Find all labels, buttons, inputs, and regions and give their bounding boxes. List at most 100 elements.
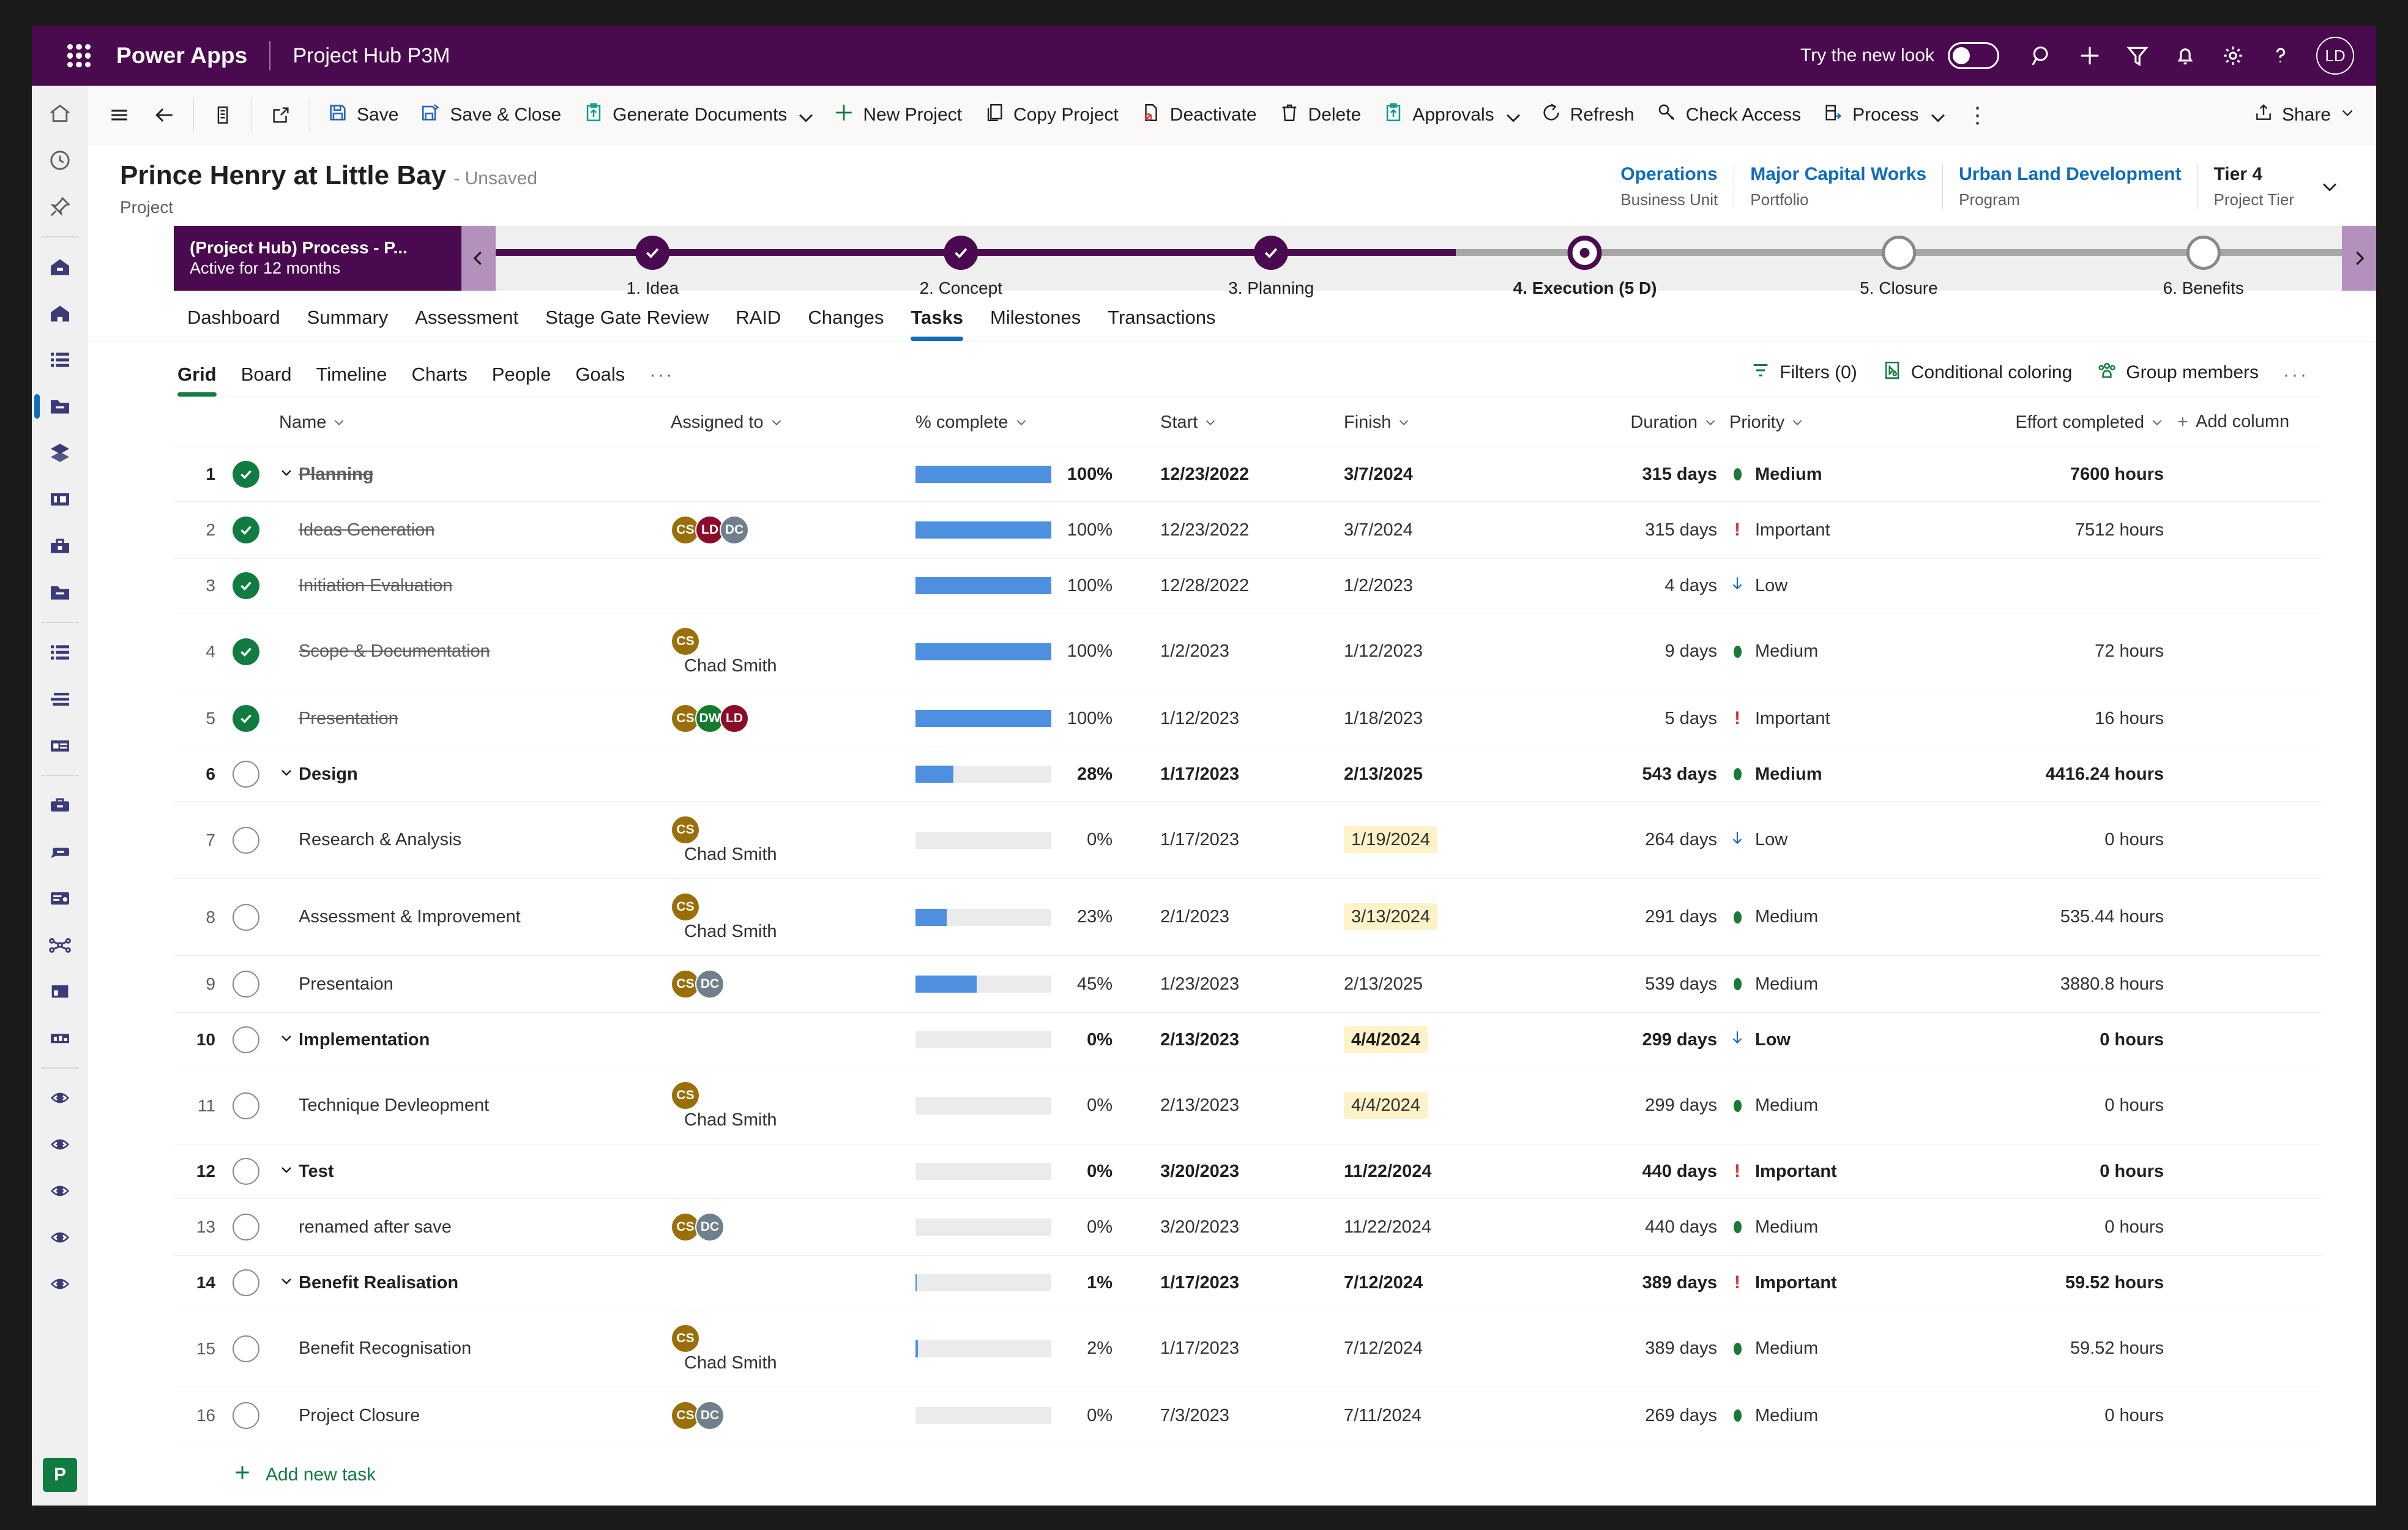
timeline-icon[interactable] — [32, 829, 88, 875]
row-assigned-cell[interactable]: CSDWLD — [665, 690, 909, 747]
row-effort-cell[interactable]: 0 hours — [1925, 1013, 2170, 1067]
row-priority-cell[interactable]: Medium — [1723, 1199, 1925, 1256]
tab-stage-gate-review[interactable]: Stage Gate Review — [532, 307, 722, 341]
filter-icon[interactable] — [2115, 34, 2160, 78]
view-tab-timeline[interactable]: Timeline — [304, 364, 399, 397]
row-effort-cell[interactable]: 0 hours — [1925, 1387, 2170, 1444]
table-row[interactable]: 3Initiation Evaluation100%12/28/20221/2/… — [174, 559, 2321, 613]
view-tab-more-icon[interactable]: ··· — [637, 364, 686, 397]
code-5-icon[interactable] — [32, 1261, 88, 1307]
row-percent-cell[interactable]: 45% — [909, 956, 1154, 1013]
row-start-cell[interactable]: 1/17/2023 — [1154, 802, 1338, 879]
briefcase-icon[interactable] — [32, 782, 88, 829]
row-priority-cell[interactable]: Medium — [1723, 613, 1925, 690]
new-project-button[interactable]: New Project — [822, 94, 973, 136]
row-effort-cell[interactable]: 72 hours — [1925, 613, 2170, 690]
row-assigned-cell[interactable] — [665, 559, 909, 613]
bpf-stage-2-concept[interactable]: 2. Concept — [920, 226, 1002, 298]
assignee-avatars[interactable]: CS — [671, 627, 903, 656]
row-percent-cell[interactable]: 0% — [909, 1067, 1154, 1144]
row-priority-cell[interactable]: Medium — [1723, 1067, 1925, 1144]
row-name-cell[interactable]: Design — [273, 747, 665, 802]
task-incomplete-circle-icon[interactable] — [233, 761, 259, 788]
row-percent-cell[interactable]: 100% — [909, 447, 1154, 502]
header-effort-completed[interactable]: Effort completed — [1925, 397, 2170, 447]
row-finish-cell[interactable]: 2/13/2025 — [1338, 747, 1540, 802]
home-icon[interactable] — [32, 91, 88, 137]
contract-icon[interactable] — [32, 875, 88, 922]
code-3-icon[interactable] — [32, 1168, 88, 1214]
avatar[interactable]: DC — [695, 1401, 725, 1430]
row-finish-cell[interactable]: 1/18/2023 — [1338, 690, 1540, 747]
bpf-stage-1-idea[interactable]: 1. Idea — [627, 226, 679, 298]
folder-2-icon[interactable] — [32, 569, 88, 616]
refresh-button[interactable]: Refresh — [1530, 94, 1646, 136]
delete-button[interactable]: Delete — [1268, 94, 1373, 136]
row-start-cell[interactable]: 1/23/2023 — [1154, 956, 1338, 1013]
row-duration-cell[interactable]: 543 days — [1540, 747, 1723, 802]
row-start-cell[interactable]: 1/17/2023 — [1154, 747, 1338, 802]
row-duration-cell[interactable]: 5 days — [1540, 690, 1723, 747]
avatar[interactable]: DC — [695, 1212, 725, 1242]
assignee-avatars[interactable]: CSDC — [671, 969, 903, 999]
assignee-avatars[interactable]: CS — [671, 892, 903, 922]
save-and-close-button[interactable]: Save & Close — [409, 94, 572, 136]
row-duration-cell[interactable]: 299 days — [1540, 1067, 1723, 1144]
code-1-icon[interactable] — [32, 1075, 88, 1121]
header-start[interactable]: Start — [1154, 397, 1338, 447]
table-row[interactable]: 5PresentationCSDWLD100%1/12/20231/18/202… — [174, 690, 2321, 747]
avatar[interactable]: CS — [671, 892, 700, 922]
header-assigned-to[interactable]: Assigned to — [665, 397, 909, 447]
row-effort-cell[interactable]: 16 hours — [1925, 690, 2170, 747]
row-name-cell[interactable]: Presentaion — [273, 956, 665, 1013]
row-finish-cell[interactable]: 11/22/2024 — [1338, 1199, 1540, 1256]
layers-icon[interactable] — [32, 430, 88, 476]
row-effort-cell[interactable]: 4416.24 hours — [1925, 747, 2170, 802]
chevron-down-icon[interactable] — [279, 1162, 294, 1182]
row-percent-cell[interactable]: 2% — [909, 1310, 1154, 1387]
row-percent-cell[interactable]: 0% — [909, 1199, 1154, 1256]
search-icon[interactable] — [2020, 34, 2064, 78]
list-2-icon[interactable] — [32, 629, 88, 676]
avatar[interactable]: CS — [671, 1081, 700, 1110]
row-start-cell[interactable]: 12/28/2022 — [1154, 559, 1338, 613]
row-name-cell[interactable]: Presentation — [273, 690, 665, 747]
row-assigned-cell[interactable] — [665, 1256, 909, 1310]
popout-icon[interactable] — [258, 94, 304, 136]
assignee-avatars[interactable]: CSLDDC — [671, 515, 903, 545]
row-assigned-cell[interactable]: CSLDDC — [665, 502, 909, 559]
view-tab-charts[interactable]: Charts — [399, 364, 479, 397]
row-assigned-cell[interactable] — [665, 1144, 909, 1199]
row-finish-cell[interactable]: 2/13/2025 — [1338, 956, 1540, 1013]
row-start-cell[interactable]: 1/17/2023 — [1154, 1310, 1338, 1387]
row-duration-cell[interactable]: 315 days — [1540, 502, 1723, 559]
view-tab-people[interactable]: People — [480, 364, 564, 397]
help-question-icon[interactable] — [2259, 34, 2303, 78]
avatar[interactable]: CS — [671, 815, 700, 845]
assignee-avatars[interactable]: CS — [671, 815, 903, 845]
row-percent-cell[interactable]: 100% — [909, 690, 1154, 747]
chart-icon[interactable] — [32, 1015, 88, 1061]
row-priority-cell[interactable]: Low — [1723, 802, 1925, 879]
conditional-coloring-button[interactable]: Conditional coloring — [1869, 360, 2085, 397]
row-duration-cell[interactable]: 389 days — [1540, 1256, 1723, 1310]
row-percent-cell[interactable]: 0% — [909, 802, 1154, 879]
task-incomplete-circle-icon[interactable] — [233, 1269, 259, 1296]
task-incomplete-circle-icon[interactable] — [233, 1402, 259, 1429]
row-percent-cell[interactable]: 0% — [909, 1387, 1154, 1444]
org-home-icon[interactable] — [32, 290, 88, 337]
row-finish-cell[interactable]: 1/2/2023 — [1338, 559, 1540, 613]
header-expand-chevron-down-icon[interactable] — [2310, 164, 2349, 209]
row-name-cell[interactable]: Assessment & Improvement — [273, 879, 665, 956]
row-finish-cell[interactable]: 3/7/2024 — [1338, 502, 1540, 559]
header-name[interactable]: Name — [273, 397, 665, 447]
row-status-cell[interactable] — [226, 447, 273, 502]
row-assigned-cell[interactable] — [665, 747, 909, 802]
table-row[interactable]: 16Project ClosureCSDC0%7/3/20237/11/2024… — [174, 1387, 2321, 1444]
row-status-cell[interactable] — [226, 879, 273, 956]
business-unit-icon[interactable] — [32, 244, 88, 290]
row-status-cell[interactable] — [226, 1199, 273, 1256]
table-row[interactable]: 11Technique DevleopmentCSChad Smith0%2/1… — [174, 1067, 2321, 1144]
row-percent-cell[interactable]: 0% — [909, 1013, 1154, 1067]
view-tab-goals[interactable]: Goals — [563, 364, 637, 397]
